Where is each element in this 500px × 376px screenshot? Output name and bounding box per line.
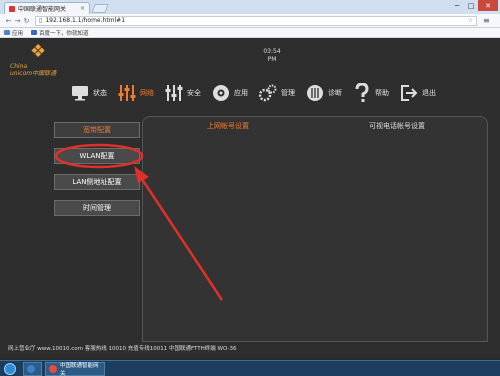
browser-app-icon	[27, 364, 35, 373]
main-nav: 状态 网络 安全 应用 管理 诊断 帮助 退出	[70, 80, 450, 106]
url-input[interactable]: ▯ 192.168.1.1/home.html#1 ☆	[35, 15, 477, 26]
browser-tab[interactable]: 中国联通智能网关 ×	[4, 2, 90, 14]
bookmark-apps[interactable]: 应用	[4, 29, 23, 37]
brand-line-2: unicom中国联通	[10, 70, 57, 77]
sidebar-item-time[interactable]: 时间管理	[54, 200, 140, 216]
tab-videophone-account[interactable]: 可视电话帐号设置	[369, 121, 425, 131]
bookmark-baidu[interactable]: 百度一下，你就知道	[31, 29, 89, 37]
gears-icon	[258, 83, 278, 103]
page-icon: ▯	[39, 17, 43, 24]
nav-manage[interactable]: 管理	[258, 83, 295, 103]
logout-icon	[399, 83, 419, 103]
page-footer: 网上营业厅 www.10010.com 客服热线 10010 充值专线10011…	[0, 342, 500, 354]
router-page: ❖ China unicom中国联通 03:54 PM 状态 网络 安全 应用 …	[0, 38, 500, 354]
nav-label: 网络	[140, 89, 154, 97]
question-icon	[352, 83, 372, 103]
sliders-icon	[164, 83, 184, 103]
sidebar: 宽带配置 WLAN配置 LAN侧地址配置 时间管理	[54, 122, 140, 226]
bookmark-star-icon[interactable]: ☆	[468, 17, 473, 24]
monitor-icon	[70, 83, 90, 103]
clock-time: 03:54	[263, 48, 281, 55]
content-panel: 上网帐号设置 可视电话帐号设置	[142, 116, 488, 342]
nav-label: 帮助	[375, 89, 389, 97]
nav-label: 诊断	[328, 89, 342, 97]
nav-label: 管理	[281, 89, 295, 97]
nav-logout[interactable]: 退出	[399, 83, 436, 103]
china-unicom-logo: ❖ China unicom中国联通	[10, 43, 70, 83]
nav-label: 安全	[187, 89, 201, 97]
brand-line-1: China	[10, 63, 28, 70]
chrome-app-icon	[49, 364, 57, 373]
taskbar-window-button[interactable]: 中国联通智能网关	[45, 361, 105, 376]
sliders-icon	[117, 83, 137, 103]
gear-circle-icon	[211, 83, 231, 103]
nav-help[interactable]: 帮助	[352, 83, 389, 103]
windows-orb-icon	[4, 362, 16, 375]
bookmark-label: 百度一下，你就知道	[39, 30, 89, 37]
browser-menu-icon[interactable]: ≡	[483, 16, 490, 25]
nav-status[interactable]: 状态	[70, 83, 107, 103]
nav-security[interactable]: 安全	[164, 83, 201, 103]
taskbar-window-label: 中国联通智能网关	[60, 362, 99, 376]
sidebar-item-wlan[interactable]: WLAN配置	[54, 148, 140, 164]
bookmarks-bar: 应用 百度一下，你就知道	[0, 28, 500, 38]
new-tab-button[interactable]	[91, 4, 109, 13]
grid-circle-icon	[305, 83, 325, 103]
start-button[interactable]	[0, 361, 20, 376]
clock-ampm: PM	[267, 56, 277, 63]
bookmark-label: 应用	[12, 30, 24, 37]
nav-diagnose[interactable]: 诊断	[305, 83, 342, 103]
reload-button[interactable]: ↻	[22, 17, 31, 25]
close-window-button[interactable]: ✕	[478, 0, 498, 11]
clock: 03:54 PM	[258, 48, 286, 64]
browser-tab-bar: 中国联通智能网关 × ─ □ ✕	[0, 0, 500, 14]
tab-title: 中国联通智能网关	[18, 6, 67, 13]
taskbar-ie-button[interactable]	[23, 361, 42, 376]
sidebar-item-broadband[interactable]: 宽带配置	[54, 122, 140, 138]
nav-label: 状态	[93, 89, 107, 97]
taskbar: 中国联通智能网关	[0, 360, 500, 376]
minimize-button[interactable]: ─	[450, 0, 464, 11]
address-bar: ← → ↻ ▯ 192.168.1.1/home.html#1 ☆ ≡	[0, 14, 500, 28]
maximize-button[interactable]: □	[464, 0, 478, 11]
favicon-icon	[9, 5, 15, 12]
tab-close-icon[interactable]: ×	[80, 5, 85, 12]
window-controls: ─ □ ✕	[450, 0, 498, 11]
apps-icon	[4, 30, 10, 35]
nav-apps[interactable]: 应用	[211, 83, 248, 103]
baidu-icon	[31, 30, 38, 35]
back-button[interactable]: ←	[4, 17, 13, 25]
forward-button[interactable]: →	[13, 17, 22, 25]
nav-label: 应用	[234, 89, 248, 97]
tab-internet-account[interactable]: 上网帐号设置	[207, 121, 249, 131]
sidebar-item-lan[interactable]: LAN侧地址配置	[54, 174, 140, 190]
nav-label: 退出	[422, 89, 436, 97]
nav-network[interactable]: 网络	[117, 83, 154, 103]
unicom-knot-icon: ❖	[30, 41, 47, 62]
url-text: 192.168.1.1/home.html#1	[45, 17, 126, 24]
